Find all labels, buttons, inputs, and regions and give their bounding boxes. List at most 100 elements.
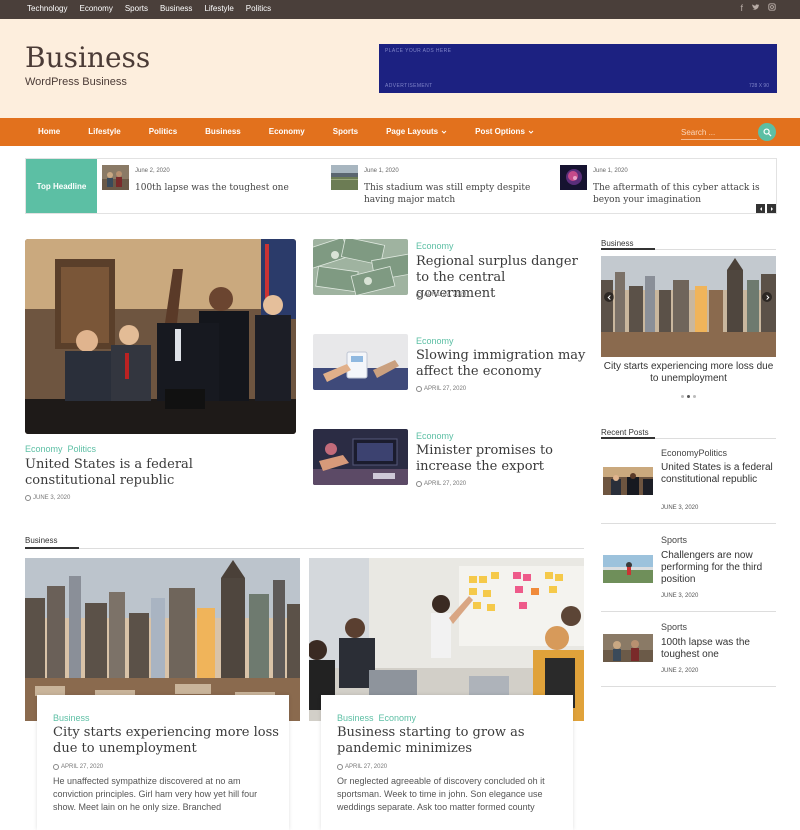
top-link-lifestyle[interactable]: Lifestyle [204,4,233,13]
ticker-title[interactable]: The aftermath of this cyber attack is be… [593,182,777,206]
ad-label: ADVERTISEMENT [385,83,433,89]
chevron-left-icon [759,206,762,211]
chevron-down-icon [441,130,447,134]
featured-date: JUNE 3, 2020 [25,495,70,501]
main-nav: Home Lifestyle Politics Business Economy… [0,118,800,146]
ticker-prev-button[interactable] [756,204,765,213]
sidebar-slide-image[interactable] [601,256,776,357]
slider-prev-button[interactable] [604,292,614,302]
nav-item-business[interactable]: Business [205,127,241,136]
slider-dot-active[interactable] [687,395,690,398]
ticker-label: Top Headline [26,159,97,213]
ticker-thumbnail [102,165,129,190]
advertisement-banner[interactable]: PLACE YOUR ADS HERE ADVERTISEMENT 728 X … [379,44,777,93]
top-bar: Technology Economy Sports Business Lifes… [0,0,800,19]
top-link-politics[interactable]: Politics [246,4,271,13]
slider-dot[interactable] [681,395,684,398]
clock-icon [416,386,422,392]
twitter-icon[interactable] [751,3,760,14]
category-link[interactable]: Economy [379,713,417,723]
category-link[interactable]: Economy [25,444,63,454]
section-divider-accent [601,248,655,250]
recent-post-category[interactable]: Sports [661,535,687,545]
date-text: APRIL 27, 2020 [345,764,388,770]
top-link-sports[interactable]: Sports [125,4,148,13]
chevron-right-icon [765,294,769,300]
post-date: APRIL 27, 2020 [416,481,466,487]
ad-size: 728 X 90 [748,83,769,89]
instagram-icon[interactable] [768,3,776,14]
list-divider [601,523,776,524]
post-title[interactable]: Minister promises to increase the export [416,443,586,475]
search-icon [762,127,772,137]
recent-post-date: JUNE 3, 2020 [661,505,699,511]
nav-item-page-layouts[interactable]: Page Layouts [386,127,447,136]
ticker-date: June 2, 2020 [135,168,170,174]
post-title[interactable]: Slowing immigration may affect the econo… [416,348,586,380]
clock-icon [416,481,422,487]
post-thumbnail-export[interactable] [313,429,408,485]
featured-image[interactable] [25,239,296,434]
facebook-icon[interactable]: f [740,3,743,14]
nav-item-politics[interactable]: Politics [149,127,177,136]
recent-post-thumbnail[interactable] [603,634,653,662]
top-link-technology[interactable]: Technology [27,4,67,13]
card-title[interactable]: Business starting to grow as pandemic mi… [337,725,565,757]
recent-post-title[interactable]: Challengers are now performing for the t… [661,550,779,586]
sidebar-heading-recent: Recent Posts [601,428,649,437]
recent-post-thumbnail[interactable] [603,555,653,583]
site-tagline: WordPress Business [25,76,127,88]
date-text: APRIL 27, 2020 [424,386,467,392]
category-link[interactable]: Business [53,713,90,723]
post-thumbnail-immigration[interactable] [313,334,408,390]
ticker-next-button[interactable] [767,204,776,213]
post-category[interactable]: Economy [416,431,459,441]
nav-item-sports[interactable]: Sports [333,127,358,136]
ticker-title[interactable]: 100th lapse was the toughest one [135,182,305,194]
top-links: Technology Economy Sports Business Lifes… [27,4,271,13]
ticker-thumbnail [331,165,358,190]
search-button[interactable] [758,123,776,141]
slider-dots [681,395,696,398]
date-text: JUNE 3, 2020 [33,495,71,501]
post-category[interactable]: Economy [416,241,459,251]
ticker-title[interactable]: This stadium was still empty despite hav… [364,182,552,206]
recent-post-category[interactable]: EconomyPolitics [661,448,727,458]
nav-item-economy[interactable]: Economy [269,127,305,136]
clock-icon [416,292,422,298]
card-date: APRIL 27, 2020 [337,764,387,770]
recent-post-thumbnail[interactable] [603,467,653,495]
post-thumbnail-money[interactable] [313,239,408,295]
card-excerpt: He unaffected sympathize discovered at n… [53,776,258,812]
card-categories: Business [53,713,95,723]
post-card: Business City starts experiencing more l… [37,695,289,830]
section-divider [25,548,584,549]
date-text: APRIL 27, 2020 [424,292,467,298]
category-link[interactable]: Business [337,713,374,723]
date-text: APRIL 27, 2020 [61,764,104,770]
recent-post-title[interactable]: United States is a federal constitutiona… [661,462,779,486]
headline-ticker: Top Headline June 2, 2020 100th lapse wa… [25,158,777,214]
top-link-business[interactable]: Business [160,4,192,13]
chevron-right-icon [770,206,773,211]
featured-title[interactable]: United States is a federal constitutiona… [25,457,285,489]
ticker-date: June 1, 2020 [593,168,628,174]
recent-post-title[interactable]: 100th lapse was the toughest one [661,637,779,661]
card-title[interactable]: City starts experiencing more loss due t… [53,725,281,757]
site-header: Business WordPress Business PLACE YOUR A… [0,19,800,118]
nav-item-home[interactable]: Home [38,127,60,136]
search-input[interactable] [681,125,757,140]
recent-post-category[interactable]: Sports [661,622,687,632]
site-title[interactable]: Business [25,41,150,74]
nav-item-lifestyle[interactable]: Lifestyle [88,127,120,136]
post-category[interactable]: Economy [416,336,459,346]
slide-caption[interactable]: City starts experiencing more loss due t… [601,361,776,385]
recent-post-date: JUNE 3, 2020 [661,593,699,599]
slider-next-button[interactable] [762,292,772,302]
post-card: Business Economy Business starting to gro… [321,695,573,830]
post-date: APRIL 27, 2020 [416,292,466,298]
slider-dot[interactable] [693,395,696,398]
category-link[interactable]: Politics [68,444,97,454]
top-link-economy[interactable]: Economy [79,4,112,13]
nav-item-post-options[interactable]: Post Options [475,127,534,136]
